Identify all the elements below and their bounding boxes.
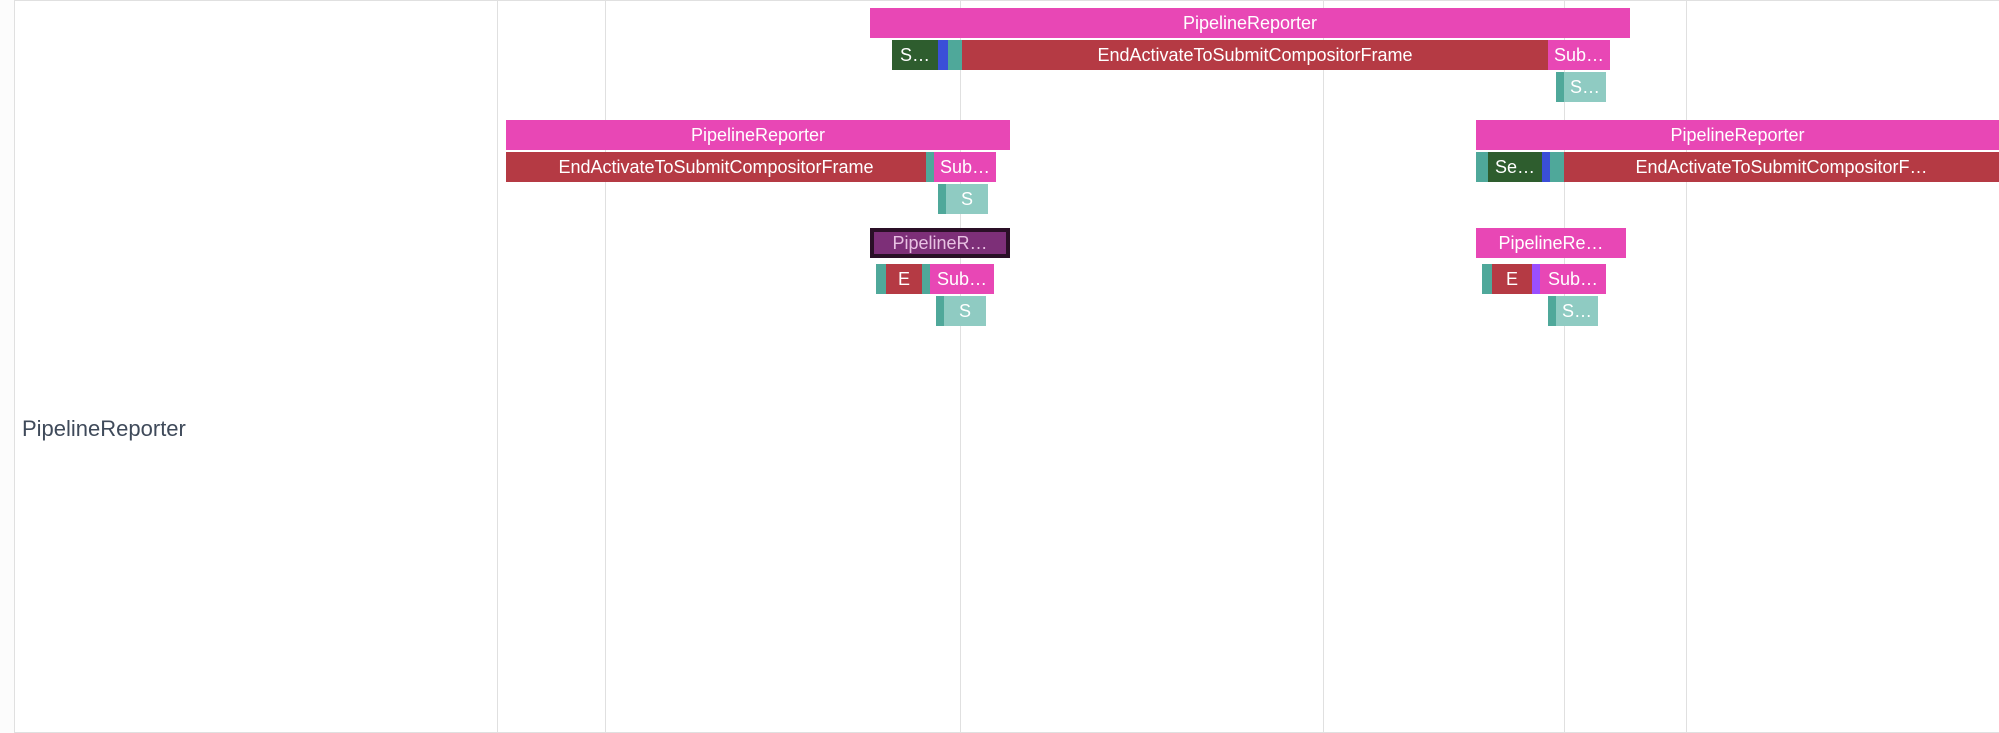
trace-slice[interactable] bbox=[1556, 72, 1564, 102]
trace-slice[interactable] bbox=[938, 184, 946, 214]
trace-slice[interactable]: Se… bbox=[1488, 152, 1542, 182]
trace-slice[interactable]: EndActivateToSubmitCompositorFrame bbox=[962, 40, 1548, 70]
trace-slice[interactable] bbox=[1548, 296, 1556, 326]
left-panel bbox=[0, 0, 15, 733]
trace-slice[interactable]: Sub… bbox=[1540, 264, 1606, 294]
trace-slice[interactable]: S… bbox=[1564, 72, 1606, 102]
trace-slice[interactable]: PipelineReporter bbox=[870, 8, 1630, 38]
trace-slice[interactable] bbox=[922, 264, 930, 294]
trace-slice[interactable] bbox=[936, 296, 944, 326]
trace-slice[interactable]: PipelineReporter bbox=[506, 120, 1010, 150]
track-label-pipeline-reporter: PipelineReporter bbox=[22, 416, 186, 442]
trace-slice[interactable] bbox=[948, 40, 962, 70]
trace-slice[interactable] bbox=[1532, 264, 1540, 294]
trace-slice[interactable] bbox=[1476, 152, 1488, 182]
trace-slice[interactable]: Sub… bbox=[930, 264, 994, 294]
trace-slice[interactable] bbox=[1482, 264, 1492, 294]
trace-slice[interactable]: EndActivateToSubmitCompositorF… bbox=[1564, 152, 1999, 182]
trace-slice[interactable]: EndActivateToSubmitCompositorFrame bbox=[506, 152, 926, 182]
trace-slice[interactable]: PipelineR… bbox=[870, 228, 1010, 258]
trace-slice[interactable]: PipelineReporter bbox=[1476, 120, 1999, 150]
trace-slice[interactable] bbox=[1550, 152, 1564, 182]
trace-slice[interactable]: S bbox=[944, 296, 986, 326]
time-grid bbox=[0, 0, 1999, 733]
trace-slice[interactable]: S bbox=[946, 184, 988, 214]
trace-slice[interactable] bbox=[876, 264, 886, 294]
trace-slice[interactable] bbox=[1542, 152, 1550, 182]
trace-slice[interactable]: E bbox=[1492, 264, 1532, 294]
trace-slice[interactable] bbox=[938, 40, 948, 70]
trace-slice[interactable] bbox=[926, 152, 934, 182]
trace-slice[interactable]: S… bbox=[892, 40, 938, 70]
trace-slice[interactable]: S… bbox=[1556, 296, 1598, 326]
trace-slice[interactable]: E bbox=[886, 264, 922, 294]
trace-slice[interactable]: Sub… bbox=[934, 152, 996, 182]
trace-slice[interactable]: Sub… bbox=[1548, 40, 1610, 70]
trace-slice[interactable]: PipelineRe… bbox=[1476, 228, 1626, 258]
